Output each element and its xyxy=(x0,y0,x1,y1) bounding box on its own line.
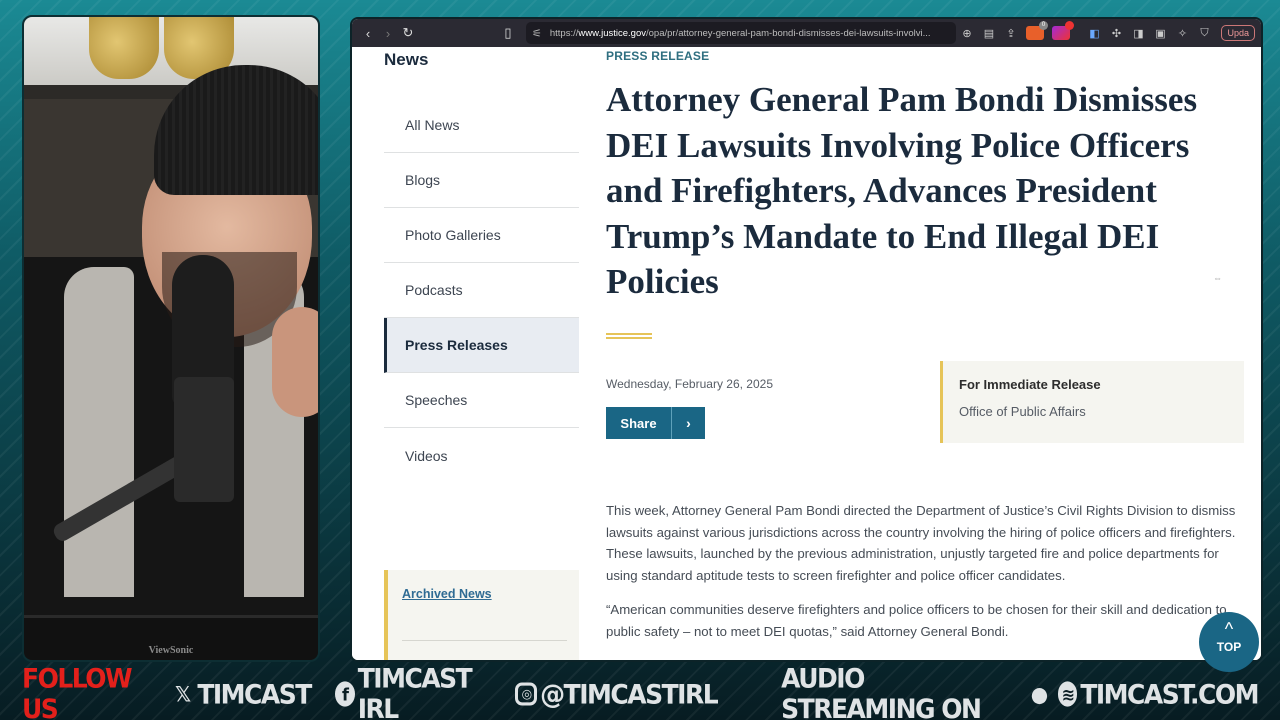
back-button[interactable]: ‹ xyxy=(358,26,378,41)
chevron-right-icon[interactable]: › xyxy=(672,407,705,439)
article-meta: Wednesday, February 26, 2025 Share › xyxy=(606,377,773,439)
archived-news-link[interactable]: Archived News xyxy=(402,587,492,601)
sidebar-item-videos[interactable]: Videos xyxy=(384,428,579,483)
microphone-body xyxy=(174,377,234,502)
website-label: TIMCAST.COM xyxy=(1080,678,1259,710)
audio-streaming: AUDIO STREAMING ON ● ≋ xyxy=(781,664,1080,720)
page-content: News All News Blogs Photo Galleries Podc… xyxy=(352,47,1261,660)
zoom-icon[interactable]: ⊕ xyxy=(956,27,978,40)
top-label: TOP xyxy=(1216,640,1242,654)
wallet-icon[interactable]: ▣ xyxy=(1149,27,1171,40)
sidebar-item-speeches[interactable]: Speeches xyxy=(384,373,579,428)
sidebar-item-photo-galleries[interactable]: Photo Galleries xyxy=(384,208,579,263)
chevron-up-icon: ^ xyxy=(1224,619,1234,639)
divider xyxy=(402,640,567,641)
vpn-icon[interactable]: ⛉ xyxy=(1193,27,1215,40)
extensions-icon[interactable]: ✣ xyxy=(1105,27,1127,40)
browser-window: ‹ › ↻ ▯ ⚟ https://www.justice.gov/opa/pr… xyxy=(350,17,1263,662)
update-button[interactable]: Upda xyxy=(1221,25,1255,41)
sidebar-item-all-news[interactable]: All News xyxy=(384,98,579,153)
instagram-handle: ◎ @TIMCASTIRL xyxy=(515,679,719,709)
monitor-brand: ViewSonic xyxy=(148,645,194,656)
title-divider xyxy=(606,332,652,339)
archive-box: Archived News xyxy=(384,570,579,660)
spotify-icon: ≋ xyxy=(1057,681,1078,707)
site-settings-icon[interactable]: ⚟ xyxy=(532,27,542,40)
sidebar-item-podcasts[interactable]: Podcasts xyxy=(384,263,579,318)
brave-shields-icon[interactable]: 0 xyxy=(1026,21,1048,40)
hoodie xyxy=(64,267,134,597)
facebook-handle: f TIMCAST IRL xyxy=(334,664,491,720)
resize-cursor-icon: ⇔ xyxy=(1213,273,1222,283)
reader-icon[interactable]: ▤ xyxy=(978,27,1000,40)
url-text[interactable]: https://www.justice.gov/opa/pr/attorney-… xyxy=(550,28,931,39)
article-date: Wednesday, February 26, 2025 xyxy=(606,377,773,391)
bookmark-icon[interactable]: ▯ xyxy=(498,25,518,41)
instagram-icon: ◎ xyxy=(515,682,538,706)
sidebar-item-press-releases[interactable]: Press Releases xyxy=(384,318,579,373)
apple-icon: ● xyxy=(1030,681,1048,707)
bitwarden-icon[interactable]: ◧ xyxy=(1083,27,1105,40)
release-info-box: For Immediate Release Office of Public A… xyxy=(940,361,1244,443)
host-hand xyxy=(272,307,318,417)
sidebar-icon[interactable]: ◨ xyxy=(1127,27,1149,40)
facebook-icon: f xyxy=(334,681,355,707)
release-heading: For Immediate Release xyxy=(959,377,1101,392)
article-body: This week, Attorney General Pam Bondi di… xyxy=(606,500,1246,643)
reload-button[interactable]: ↻ xyxy=(398,25,418,41)
sidebar-item-blogs[interactable]: Blogs xyxy=(384,153,579,208)
share-icon[interactable]: ⇪ xyxy=(1000,27,1022,40)
x-logo-icon: 𝕏 xyxy=(175,681,191,707)
back-to-top-button[interactable]: ^ TOP xyxy=(1199,612,1259,672)
leo-icon[interactable]: ✧ xyxy=(1171,27,1193,40)
x-handle: 𝕏 TIMCAST xyxy=(170,679,312,709)
forward-button[interactable]: › xyxy=(378,26,398,41)
browser-toolbar: ‹ › ↻ ▯ ⚟ https://www.justice.gov/opa/pr… xyxy=(352,19,1261,47)
brave-rewards-icon[interactable] xyxy=(1052,21,1074,40)
article: PRESS RELEASE Attorney General Pam Bondi… xyxy=(606,47,1246,639)
release-source: Office of Public Affairs xyxy=(959,404,1086,419)
article-kicker: PRESS RELEASE xyxy=(606,49,710,63)
article-title: Attorney General Pam Bondi Dismisses DEI… xyxy=(606,80,1198,301)
article-paragraph: “American communities deserve firefighte… xyxy=(606,602,1227,639)
gold-shoe xyxy=(89,17,159,79)
sidebar-heading: News xyxy=(384,50,429,69)
webcam-video: ViewSonic xyxy=(22,15,320,662)
address-bar[interactable]: ⚟ https://www.justice.gov/opa/pr/attorne… xyxy=(526,22,956,44)
follow-us-label: FOLLOW US xyxy=(22,663,133,720)
article-paragraph: This week, Attorney General Pam Bondi di… xyxy=(606,503,1236,583)
share-label[interactable]: Share xyxy=(606,407,672,439)
news-sidebar: News All News Blogs Photo Galleries Podc… xyxy=(384,47,579,483)
stream-footer-banner: FOLLOW US 𝕏 TIMCAST f TIMCAST IRL ◎ @TIM… xyxy=(0,663,1280,720)
share-button[interactable]: Share › xyxy=(606,407,705,439)
